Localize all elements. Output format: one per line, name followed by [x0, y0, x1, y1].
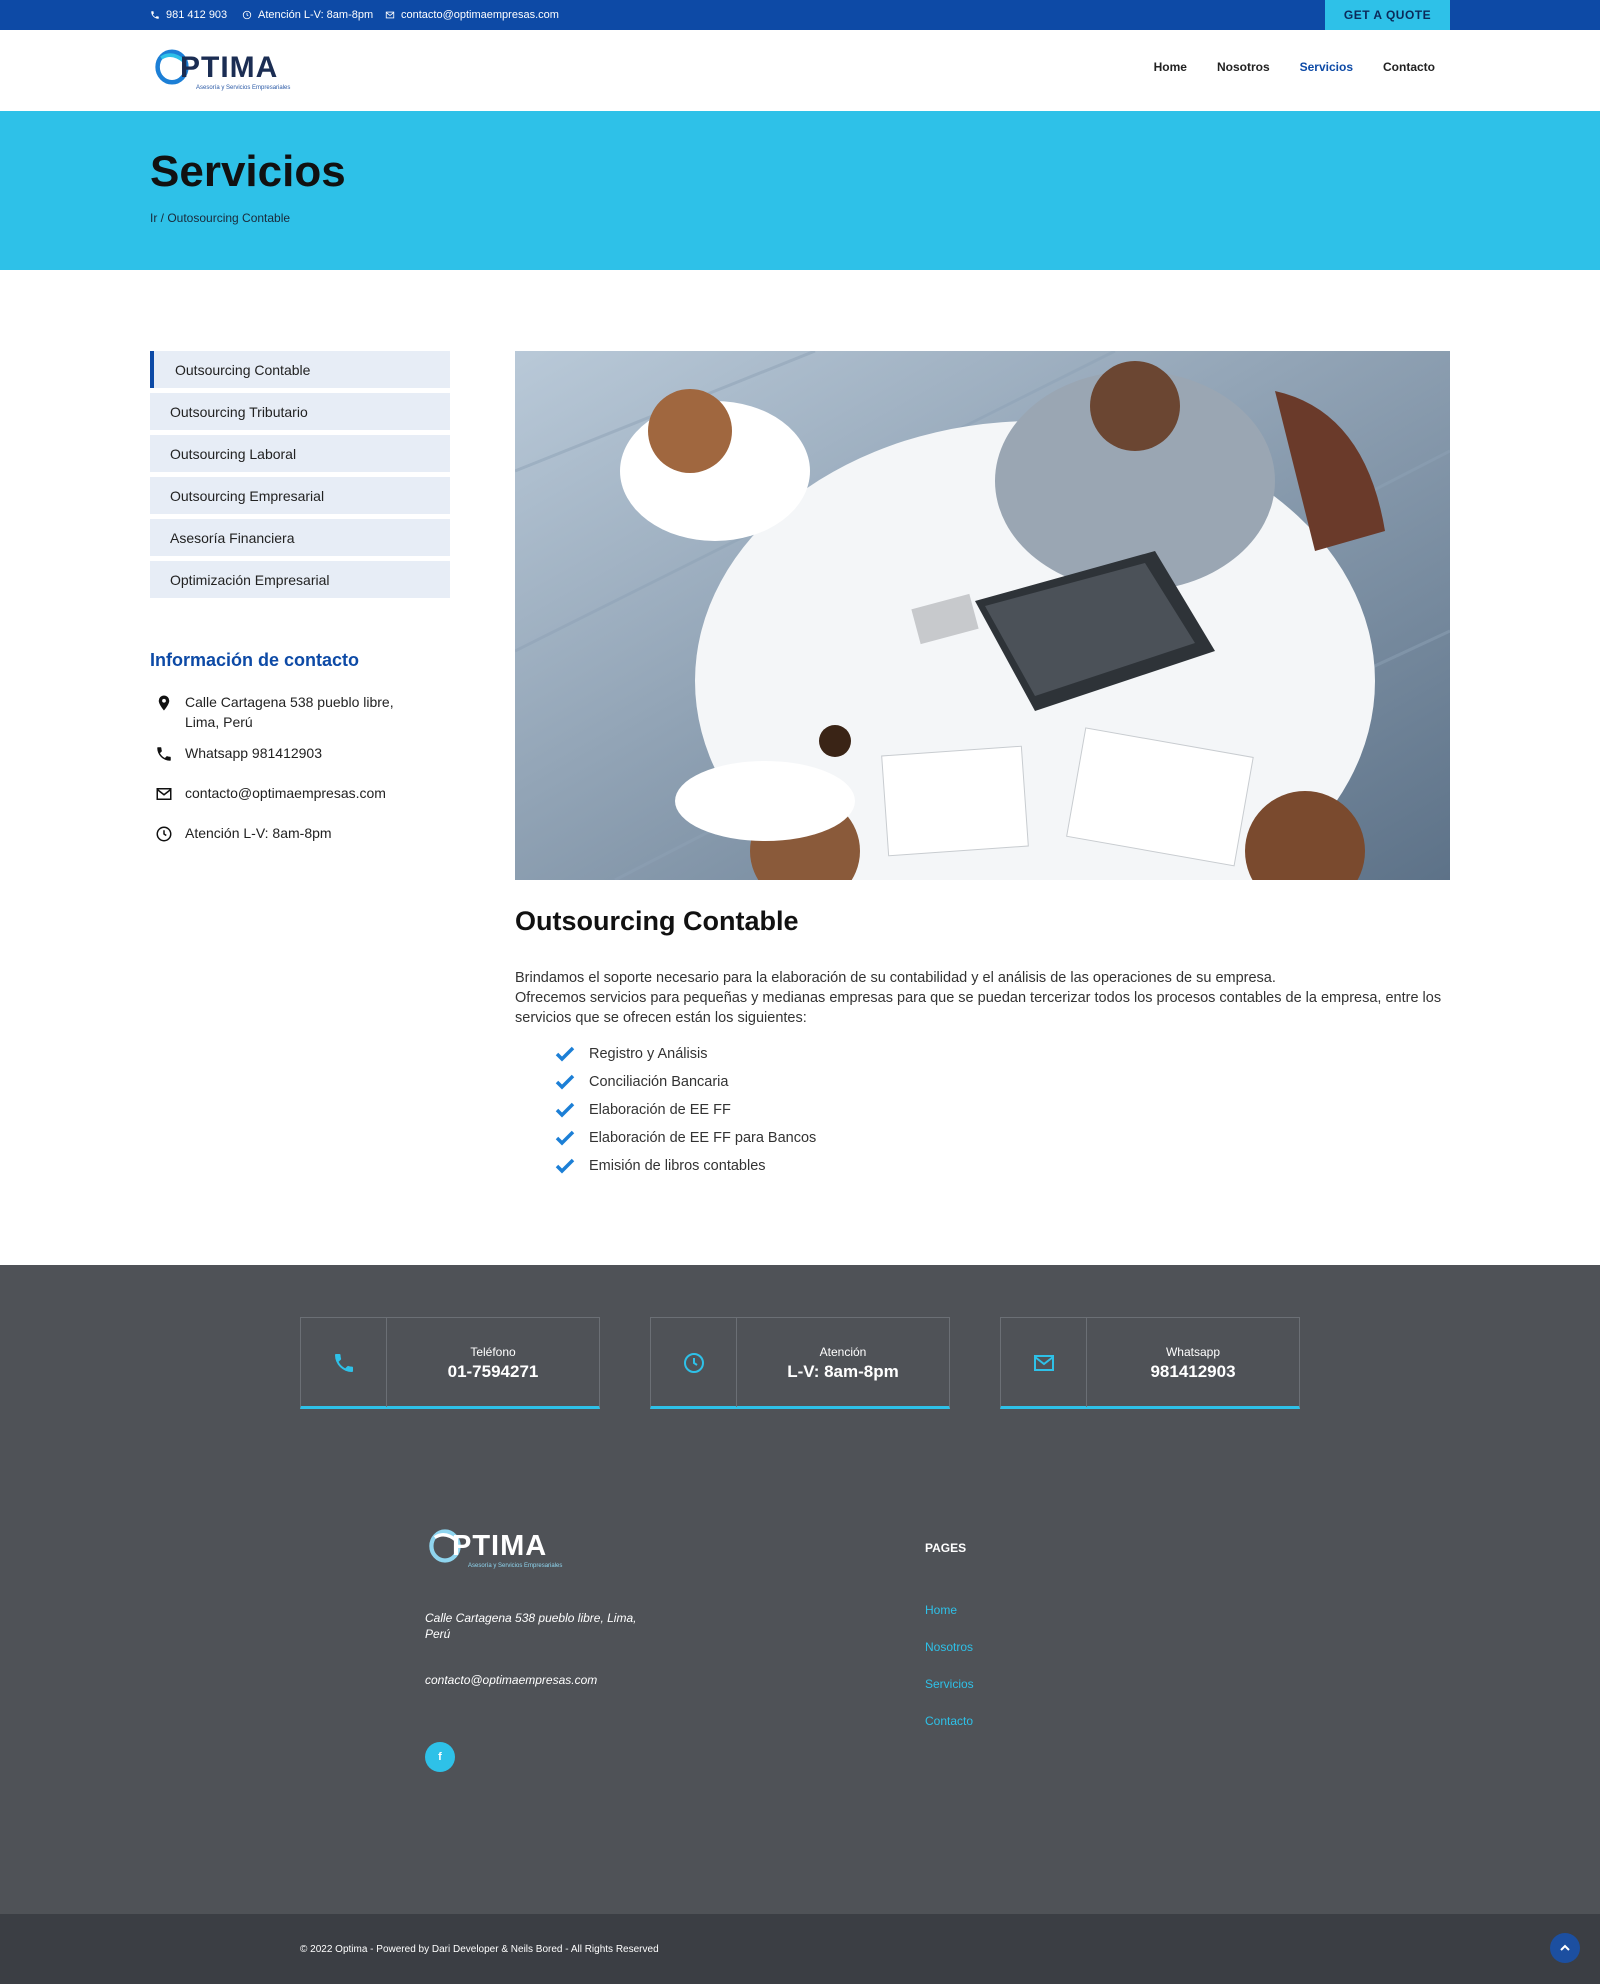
contact-address-text: Calle Cartagena 538 pueblo libre, Lima, … [185, 694, 394, 730]
footer-whatsapp-value[interactable]: 981412903 [1087, 1362, 1299, 1382]
service-paragraph-1: Brindamos el soporte necesario para la e… [515, 970, 1276, 986]
checkmark-icon [555, 1130, 575, 1146]
footer-link-contacto[interactable]: Contacto [925, 1714, 974, 1751]
mail-icon [1033, 1354, 1054, 1371]
nav-nosotros[interactable]: Nosotros [1217, 60, 1270, 74]
footer-phone-label: Teléfono [470, 1345, 516, 1359]
contact-whatsapp-text: Whatsapp 981412903 [185, 745, 322, 761]
checkmark-icon [555, 1046, 575, 1062]
footer-phone-box: Teléfono 01-7594271 [300, 1317, 600, 1409]
copyright-text: © 2022 Optima - Powered by Dari Develope… [300, 1944, 659, 1955]
footer-address: Calle Cartagena 538 pueblo libre, Lima, … [425, 1611, 637, 1641]
clock-icon [156, 826, 172, 842]
topbar-phone-text: 981 412 903 [166, 9, 228, 21]
location-pin-icon [158, 695, 170, 711]
optima-logo[interactable]: PTIMA Asesoría y Servicios Empresariales [154, 47, 314, 97]
service-item-asesoria-financiera[interactable]: Asesoría Financiera [150, 519, 450, 556]
topbar-phone[interactable]: 981 412 903 [150, 0, 227, 30]
footer-whatsapp-icon-cell [1001, 1318, 1087, 1407]
footer-hours-value: L-V: 8am-8pm [787, 1362, 899, 1381]
footer-logo-wordmark: PTIMA [452, 1530, 548, 1562]
list-item-text: Emisión de libros contables [589, 1158, 766, 1174]
nav-home[interactable]: Home [1154, 60, 1187, 74]
list-item: Elaboración de EE FF [555, 1096, 816, 1124]
list-item-text: Elaboración de EE FF [589, 1102, 731, 1118]
contact-info-list: Calle Cartagena 538 pueblo libre, Lima, … [155, 692, 455, 854]
phone-icon [151, 11, 159, 19]
contact-email[interactable]: contacto@optimaempresas.com [155, 783, 455, 803]
contact-whatsapp[interactable]: Whatsapp 981412903 [155, 743, 455, 763]
footer-link-home[interactable]: Home [925, 1603, 974, 1640]
page-banner: Servicios Ir / Outosourcing Contable [0, 111, 1600, 270]
top-bar: 981 412 903 Atención L-V: 8am-8pm contac… [0, 0, 1600, 30]
service-list: Registro y Análisis Conciliación Bancari… [555, 1040, 816, 1180]
contact-hours-text: Atención L-V: 8am-8pm [185, 825, 332, 841]
footer-pages-list: Home Nosotros Servicios Contacto [925, 1603, 974, 1751]
footer-logo-tagline: Asesoría y Servicios Empresariales [468, 1563, 563, 1569]
bottom-bar: © 2022 Optima - Powered by Dari Develope… [0, 1914, 1600, 1984]
footer-whatsapp-label: Whatsapp [1165, 1345, 1221, 1359]
footer-hours-label: Atención [819, 1345, 867, 1359]
service-paragraph-2: Ofrecemos servicios para pequeñas y medi… [515, 990, 1442, 1026]
site-footer: Teléfono 01-7594271 Atención L-V: 8am-8p… [0, 1265, 1600, 1914]
service-item-outsourcing-contable[interactable]: Outsourcing Contable [150, 351, 450, 388]
business-meeting-photo [515, 351, 1450, 880]
footer-pages-heading: PAGES [925, 1541, 967, 1555]
back-to-top-button[interactable] [1550, 1933, 1580, 1963]
footer-whatsapp-box: Whatsapp 981412903 [1000, 1317, 1300, 1409]
breadcrumb[interactable]: Ir / Outosourcing Contable [150, 211, 290, 225]
mail-icon [156, 788, 172, 800]
list-item: Registro y Análisis [555, 1040, 816, 1068]
list-item: Elaboración de EE FF para Bancos [555, 1124, 816, 1152]
footer-phone-value[interactable]: 01-7594271 [387, 1362, 599, 1382]
topbar-hours-text: Atención L-V: 8am-8pm [258, 9, 374, 21]
phone-icon [334, 1353, 353, 1372]
site-header: PTIMA Asesoría y Servicios Empresariales… [0, 30, 1600, 111]
service-item-optimizacion-empresarial[interactable]: Optimización Empresarial [150, 561, 450, 598]
logo-tagline: Asesoría y Servicios Empresariales [196, 85, 291, 91]
list-item: Conciliación Bancaria [555, 1068, 816, 1096]
list-item-text: Registro y Análisis [589, 1046, 708, 1062]
topbar-hours: Atención L-V: 8am-8pm [242, 0, 373, 30]
list-item: Emisión de libros contables [555, 1152, 816, 1180]
facebook-button[interactable]: f [425, 1742, 455, 1772]
clock-icon [242, 10, 252, 20]
page-title: Servicios [150, 147, 346, 196]
service-title: Outsourcing Contable [515, 906, 799, 936]
checkmark-icon [555, 1102, 575, 1118]
services-menu: Outsourcing Contable Outsourcing Tributa… [150, 351, 450, 603]
mail-icon [385, 11, 395, 19]
footer-email[interactable]: contacto@optimaempresas.com [425, 1673, 597, 1687]
service-item-outsourcing-tributario[interactable]: Outsourcing Tributario [150, 393, 450, 430]
footer-hours-box: Atención L-V: 8am-8pm [650, 1317, 950, 1409]
contact-info-heading: Información de contacto [150, 650, 360, 670]
contact-hours: Atención L-V: 8am-8pm [155, 823, 455, 843]
service-item-outsourcing-empresarial[interactable]: Outsourcing Empresarial [150, 477, 450, 514]
main-nav: Home Nosotros Servicios Contacto [1154, 60, 1435, 74]
footer-link-nosotros[interactable]: Nosotros [925, 1640, 974, 1677]
footer-link-servicios[interactable]: Servicios [925, 1677, 974, 1714]
nav-servicios[interactable]: Servicios [1300, 60, 1353, 74]
footer-phone-icon-cell [301, 1318, 387, 1407]
service-item-outsourcing-laboral[interactable]: Outsourcing Laboral [150, 435, 450, 472]
phone-icon [157, 747, 171, 761]
chevron-up-icon [1560, 1944, 1570, 1951]
get-quote-button[interactable]: GET A QUOTE [1325, 0, 1450, 30]
checkmark-icon [555, 1158, 575, 1174]
service-description: Brindamos el soporte necesario para la e… [515, 968, 1455, 1028]
footer-logo[interactable]: PTIMA Asesoría y Servicios Empresariales [428, 1527, 588, 1577]
topbar-email[interactable]: contacto@optimaempresas.com [385, 0, 559, 30]
clock-icon [683, 1352, 704, 1373]
contact-email-text: contacto@optimaempresas.com [185, 785, 386, 801]
topbar-email-text: contacto@optimaempresas.com [401, 9, 559, 21]
list-item-text: Elaboración de EE FF para Bancos [589, 1130, 817, 1146]
list-item-text: Conciliación Bancaria [589, 1074, 729, 1090]
contact-address: Calle Cartagena 538 pueblo libre, Lima, … [155, 692, 455, 732]
nav-contacto[interactable]: Contacto [1383, 60, 1435, 74]
footer-hours-icon-cell [651, 1318, 737, 1407]
checkmark-icon [555, 1074, 575, 1090]
logo-wordmark: PTIMA [180, 51, 279, 84]
